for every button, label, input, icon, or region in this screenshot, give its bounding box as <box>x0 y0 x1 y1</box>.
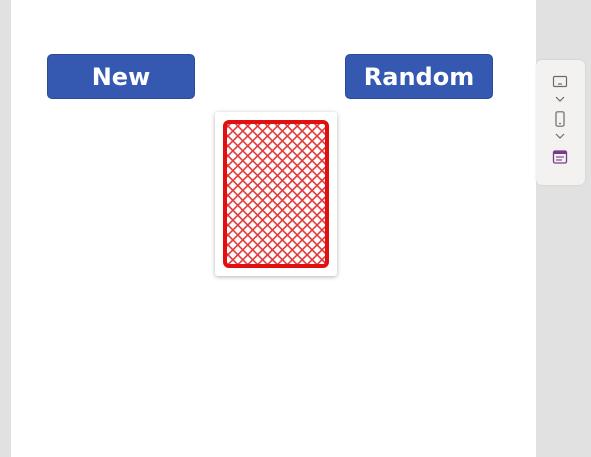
screen-size-icon[interactable] <box>552 74 568 90</box>
chevron-down-icon[interactable] <box>555 132 565 140</box>
app-canvas: New Random <box>11 0 536 457</box>
left-gutter <box>0 0 11 457</box>
card-back-pattern <box>223 120 329 268</box>
playing-card[interactable] <box>215 112 337 276</box>
layout-toolbar <box>536 60 585 185</box>
form-icon[interactable] <box>552 149 568 165</box>
chevron-down-icon[interactable] <box>555 95 565 103</box>
new-button[interactable]: New <box>47 54 195 99</box>
right-rail <box>536 0 591 457</box>
phone-layout-icon[interactable] <box>552 111 568 127</box>
random-button[interactable]: Random <box>345 54 493 99</box>
